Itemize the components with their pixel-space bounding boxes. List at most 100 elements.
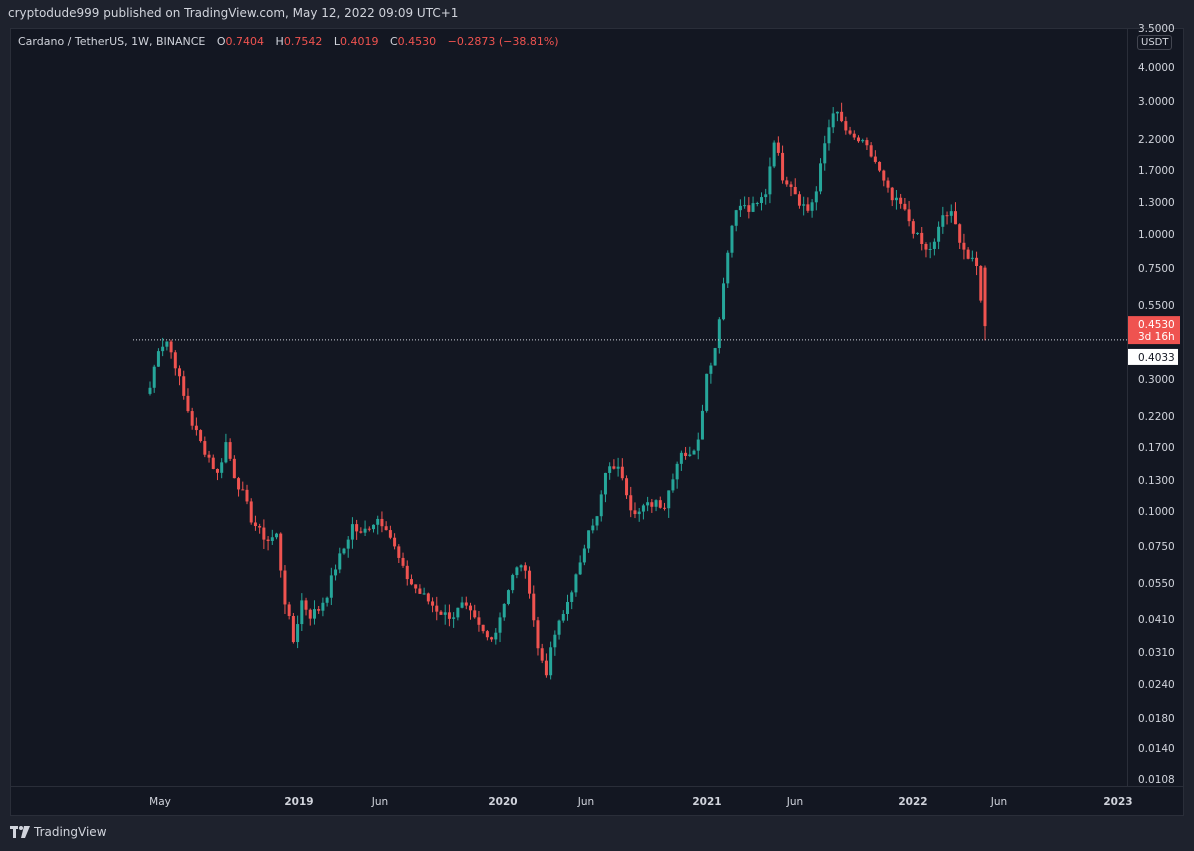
candle-body [439,611,443,615]
candle-body [587,530,591,549]
high-label: H [275,35,284,48]
candle-body [738,205,742,211]
time-tick-label: Jun [371,796,388,808]
candle-body [878,161,882,171]
candle-body [924,244,928,250]
candle-body [490,637,494,640]
candle-body [612,466,616,469]
currency-badge[interactable]: USDT [1137,35,1173,50]
candle-body [953,211,957,225]
candle-body [431,601,435,606]
candle-body [764,194,768,198]
candle-body [814,191,818,203]
candle-body [426,593,430,602]
candle-body [156,351,160,367]
candle-body [932,241,936,249]
candle-body [312,609,316,619]
candle-body [540,648,544,661]
candle-body [300,600,304,625]
candle-body [692,450,696,455]
candle-body [317,609,321,611]
symbol-name[interactable]: Cardano / TetherUS, 1W, BINANCE [18,35,205,48]
candle-body [899,197,903,204]
candle-body [759,197,763,203]
candle-body [494,632,498,640]
current-price-label: 0.4530 [1138,319,1175,331]
candle-body [827,127,831,144]
candle-body [709,365,713,374]
price-tick-label: 0.0180 [1138,713,1175,725]
candle-body [620,466,624,479]
candle-body [700,410,704,440]
candle-body [941,215,945,227]
candle-body [882,170,886,181]
candle-body [321,602,325,611]
candle-body [637,511,641,515]
price-tick-label: 3.5000 [1138,23,1175,35]
candle-body [460,602,464,608]
candle-body [793,186,797,195]
candle-body [161,346,165,352]
candle-body [422,593,426,595]
candle-body [717,319,721,349]
price-chart[interactable]: 3.5000 4.0000 3.0000 2.2000 1.7000 1.3000 1.00… [0,0,1194,851]
brand-name: TradingView [34,825,107,839]
candle-body [178,368,182,377]
time-tick-label: Jun [786,796,803,808]
candle-body [831,113,835,128]
price-tick-label: 0.1000 [1138,506,1175,518]
low-value: 0.4019 [339,35,379,48]
candle-body [502,603,506,618]
candle-body [342,548,346,554]
time-tick-label: 2020 [488,796,517,808]
candle-body [776,142,780,153]
candle-body [840,111,844,122]
candle-body [566,601,569,614]
tradingview-logo[interactable]: TradingView [10,825,107,839]
time-tick-label: Jun [577,796,594,808]
candle-body [186,395,190,412]
candle-body [338,553,342,570]
candle-body [469,605,473,611]
candle-body [852,133,856,138]
candle-body [810,202,814,211]
candle-body [561,613,565,621]
close-label: C [389,35,398,48]
price-tick-label: 0.0140 [1138,743,1175,755]
candle-body [916,232,920,234]
candle-body [350,524,354,540]
candle-body [173,352,177,369]
candle-body [646,502,650,506]
countdown-label: 3d 16h [1138,331,1175,343]
candle-body [452,617,456,619]
candle-body [194,425,198,431]
candle-body [270,537,274,541]
candle-body [962,242,966,250]
candle-body [574,574,578,593]
candle-body [325,597,329,603]
candle-body [498,617,502,633]
candle-body [228,442,232,459]
candle-body [528,570,532,594]
price-tick-label: 2.2000 [1138,134,1175,146]
line-price-label: 0.4033 [1138,352,1175,364]
candle-body [443,612,447,615]
candle-body [696,439,700,451]
candle-body [308,609,312,619]
candle-body [220,462,224,473]
candle-body [603,472,607,495]
candle-body [781,152,785,181]
candle-body [856,137,860,142]
candle-body [165,341,169,347]
candle-body [304,600,308,610]
candle-body [237,478,241,490]
candle-body [966,249,970,259]
candle-body [785,180,789,185]
candle-body [380,518,384,527]
candle-body [667,490,671,509]
candle-body [861,140,865,142]
candle-body [279,533,283,571]
candle-body [654,500,658,507]
candle-body [928,248,932,250]
candle-body [679,452,683,464]
